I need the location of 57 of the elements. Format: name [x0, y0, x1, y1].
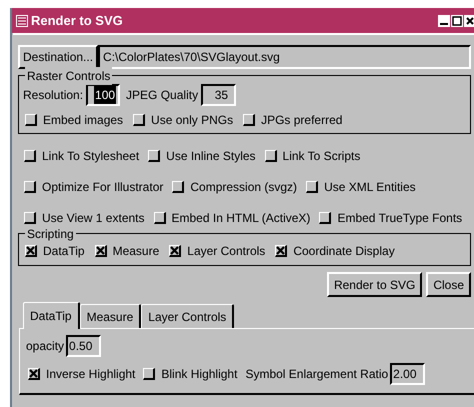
checkbox-label: Compression (svgz) — [190, 179, 298, 196]
checkbox[interactable] — [172, 181, 184, 193]
checkbox[interactable] — [94, 245, 107, 257]
destination-button[interactable]: Destination... — [18, 45, 98, 69]
checkbox-label: DataTip — [43, 243, 85, 260]
input-field[interactable]: 100 — [86, 84, 120, 106]
checkbox[interactable] — [275, 245, 288, 257]
checkbox-label: Coordinate Display — [293, 243, 395, 260]
tab[interactable]: DataTip — [23, 302, 80, 329]
input-field[interactable]: 35 — [201, 84, 236, 106]
checkbox[interactable] — [25, 114, 37, 126]
checkbox[interactable] — [24, 212, 36, 224]
checkbox-label: Use Inline Styles — [166, 148, 256, 165]
checkbox[interactable] — [24, 150, 36, 162]
checkbox-label: Use XML Entities — [324, 179, 416, 196]
checkbox-label: Use only PNGs — [151, 112, 234, 129]
minimize-icon[interactable] — [438, 14, 450, 26]
checkbox[interactable] — [148, 150, 160, 162]
group-title: Raster Controls — [25, 67, 112, 85]
checkbox[interactable] — [133, 114, 146, 126]
field-label: JPEG Quality — [126, 87, 198, 104]
checkbox[interactable] — [243, 114, 256, 126]
checkbox[interactable] — [319, 212, 332, 224]
checkbox-label: Embed In HTML (ActiveX) — [172, 210, 310, 227]
checkbox[interactable] — [28, 368, 40, 380]
checkbox[interactable] — [169, 245, 182, 257]
field-label: Resolution: — [23, 87, 84, 104]
window-title: Render to SVG — [31, 12, 124, 30]
checkbox[interactable] — [143, 368, 156, 380]
field-label: opacity — [26, 338, 64, 355]
checkbox[interactable] — [25, 245, 37, 257]
maximize-icon[interactable] — [451, 14, 463, 26]
checkbox[interactable] — [24, 181, 36, 193]
field-label: Symbol Enlargement Ratio — [245, 366, 388, 383]
checkbox-label: Link To Stylesheet — [42, 148, 140, 165]
close-icon[interactable] — [464, 14, 474, 26]
dialog-button[interactable]: Render to SVG — [326, 272, 422, 297]
tab[interactable]: Measure — [80, 304, 142, 328]
input-field[interactable]: 0.50 — [66, 335, 102, 357]
tab[interactable]: Layer Controls — [141, 304, 234, 328]
checkbox-label: Measure — [112, 243, 160, 260]
checkbox[interactable] — [306, 181, 318, 193]
checkbox-label: Link To Scripts — [282, 148, 360, 165]
window-menu-icon[interactable] — [16, 14, 28, 26]
input-field[interactable]: 2.00 — [390, 363, 426, 385]
checkbox-label: Embed images — [43, 112, 124, 129]
checkbox-label: Optimize For Illustrator — [42, 179, 164, 196]
checkbox-label: Layer Controls — [187, 243, 266, 260]
checkbox-label: Use View 1 extents — [42, 210, 144, 227]
checkbox-label: JPGs preferred — [261, 112, 342, 129]
checkbox[interactable] — [154, 212, 166, 224]
checkbox-label: Embed TrueType Fonts — [337, 210, 462, 227]
dialog-button[interactable]: Close — [426, 272, 471, 297]
checkbox[interactable] — [264, 150, 277, 162]
checkbox-label: Inverse Highlight — [46, 366, 136, 383]
path-field[interactable]: C:\ColorPlates\70\SVGlayout.svg — [98, 45, 471, 69]
checkbox-label: Blink Highlight — [161, 366, 238, 383]
